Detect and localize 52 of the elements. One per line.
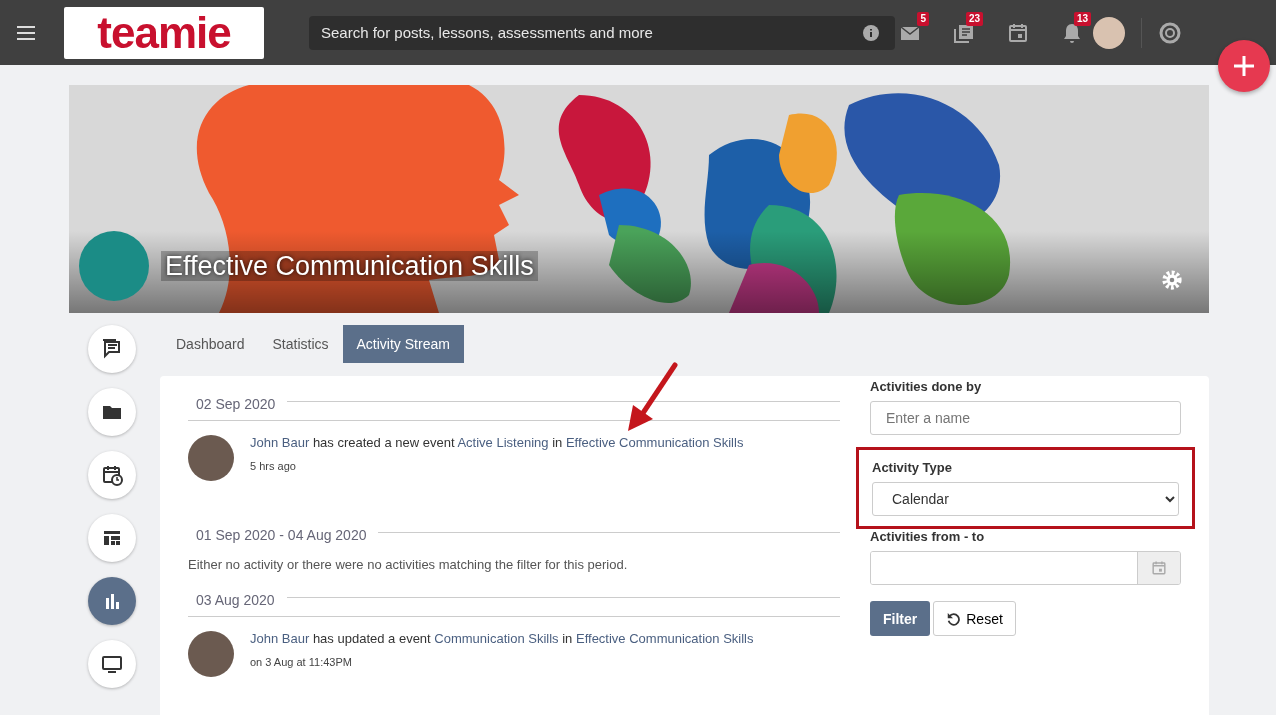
logo[interactable]: teamie xyxy=(64,6,264,59)
event-link[interactable]: Communication Skills xyxy=(434,631,559,646)
calendar-icon[interactable] xyxy=(1007,21,1029,44)
course-link[interactable]: Effective Communication Skills xyxy=(565,435,744,450)
annotation-arrow xyxy=(625,361,681,433)
name-field[interactable]: Enter a name xyxy=(870,401,1181,435)
tab[interactable]: Activity Stream xyxy=(342,325,464,363)
tab[interactable]: Dashboard xyxy=(162,325,259,363)
bell-icon[interactable] xyxy=(1061,21,1083,44)
date-range-field[interactable] xyxy=(870,551,1181,585)
calendar-icon xyxy=(1151,560,1167,576)
nav-button[interactable] xyxy=(88,514,136,562)
event-link[interactable]: Active Listening xyxy=(457,435,549,450)
activity-text: John Baur has updated a event Communication Skills in Effective Communication Skills xyxy=(250,631,754,646)
nav-button[interactable] xyxy=(88,388,136,436)
activity-type-select[interactable]: Calendar xyxy=(872,482,1179,516)
tab[interactable]: Statistics xyxy=(258,325,343,363)
field-label: Activities from - to xyxy=(870,529,986,544)
activity-text: John Baur has created a new event Active Listening in Effective Communication Skills xyxy=(250,435,744,450)
undo-icon xyxy=(946,611,961,626)
discussion-icon xyxy=(101,338,123,360)
activity-time: 5 hrs ago xyxy=(250,460,297,472)
empty-message: Either no activity or there were no activities matching the filter for this period. xyxy=(188,557,629,572)
monitor-icon xyxy=(101,653,123,675)
filter-button[interactable]: Filter xyxy=(870,601,931,636)
count-badge: 23 xyxy=(965,11,983,26)
date-heading: 03 Aug 2020 xyxy=(188,592,840,608)
search-input[interactable]: Search for posts, lessons, assessments and more xyxy=(321,17,863,48)
nav-button[interactable] xyxy=(88,640,136,688)
user-photo xyxy=(188,435,234,481)
help-icon[interactable] xyxy=(1158,20,1182,45)
field-label: Activity Type xyxy=(872,460,953,475)
user-link[interactable]: John Baur xyxy=(250,631,310,646)
settings-icon[interactable] xyxy=(1161,269,1183,291)
activity-time: on 3 Aug at 11:43PM xyxy=(250,656,353,668)
count-badge: 5 xyxy=(917,11,929,26)
user-photo xyxy=(188,631,234,677)
add-button[interactable] xyxy=(1218,40,1270,92)
info-icon[interactable] xyxy=(863,24,879,41)
search-field[interactable]: Search for posts, lessons, assessments and more xyxy=(309,15,895,50)
calendar-clock-icon xyxy=(101,464,123,486)
field-label: Activities done by xyxy=(870,379,983,394)
reset-button[interactable]: Reset xyxy=(933,601,1016,636)
nav-button[interactable] xyxy=(88,325,136,373)
date-heading: 01 Sep 2020 - 04 Aug 2020 xyxy=(188,527,840,543)
user-avatar[interactable] xyxy=(1093,16,1125,49)
user-link[interactable]: John Baur xyxy=(250,435,310,450)
nav-button[interactable] xyxy=(88,451,136,499)
date-heading: 02 Sep 2020 xyxy=(188,396,840,412)
course-link[interactable]: Effective Communication Skills xyxy=(576,631,754,646)
plus-icon xyxy=(1232,54,1256,78)
count-badge: 13 xyxy=(1073,11,1091,26)
